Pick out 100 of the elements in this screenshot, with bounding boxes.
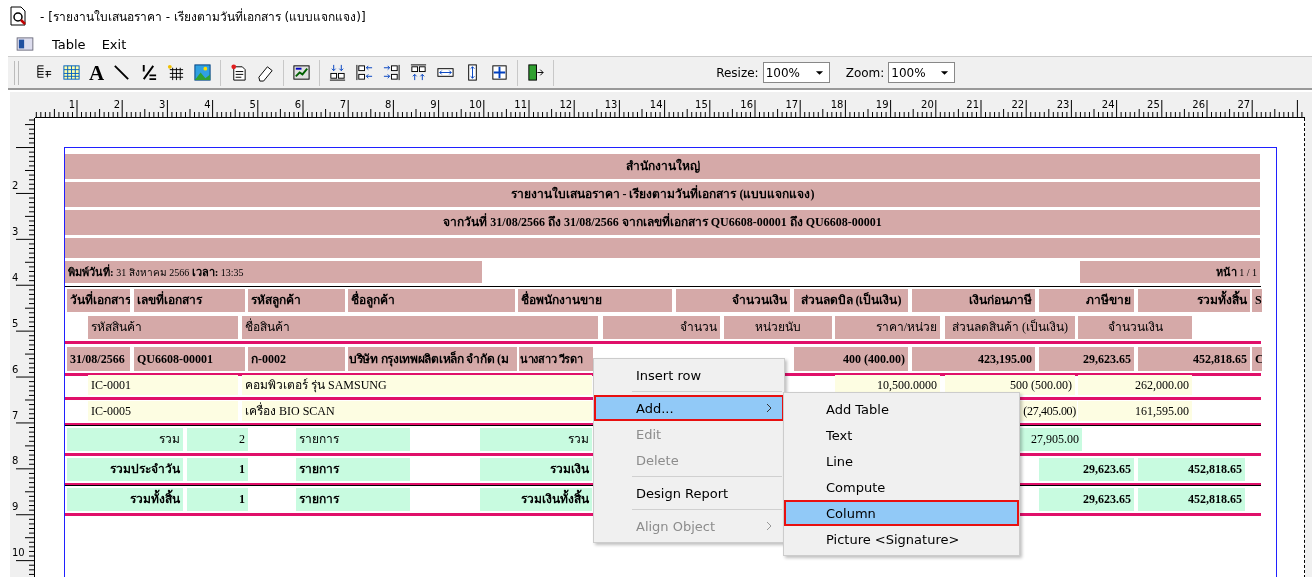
customer-name: บริษัท กรุงเทพผลิตเหล็ก จำกัด (ม bbox=[348, 347, 517, 371]
zoom-dropdown[interactable]: 100% bbox=[888, 62, 956, 83]
discount-amount: 500 (500.00) bbox=[945, 375, 1075, 395]
unit-label: รายการ bbox=[296, 428, 410, 451]
ruler-number: 11 bbox=[514, 99, 527, 110]
context-menu-item[interactable]: Add... bbox=[594, 395, 784, 421]
resize-dropdown[interactable]: 100% bbox=[762, 62, 830, 83]
grand-total: 452,818.65 bbox=[1138, 488, 1245, 511]
sales-tax: 29,623.65 bbox=[1039, 347, 1134, 371]
ruler-number: 10 bbox=[12, 547, 25, 559]
same-size-icon[interactable] bbox=[490, 63, 510, 82]
ruler-number: 22 bbox=[1011, 99, 1025, 110]
amount: 262,000.00 bbox=[1078, 375, 1192, 395]
product-code: IC-0005 bbox=[88, 401, 238, 421]
unit-price: 10,500.0000 bbox=[835, 375, 940, 395]
ruler-number: 6 bbox=[12, 363, 19, 375]
dropdown-arrow-icon bbox=[814, 69, 824, 76]
ruler-number: 8 bbox=[385, 99, 392, 110]
context-menu-item[interactable]: Design Report bbox=[594, 480, 784, 506]
line-icon[interactable] bbox=[112, 63, 132, 82]
ruler-number: 20 bbox=[921, 99, 934, 110]
ruler-number: 4 bbox=[204, 99, 211, 110]
column-header: จำนวนเงิน bbox=[676, 289, 790, 312]
ruler-number: 5 bbox=[249, 99, 256, 110]
window-menu-icon[interactable] bbox=[16, 37, 34, 51]
column-header: รหัสลูกค้า bbox=[248, 289, 345, 312]
font-tool-button[interactable]: A bbox=[89, 62, 105, 83]
column-header: ส่วนลดบิล (เป็นเงิน) bbox=[794, 289, 908, 312]
report-preview-icon bbox=[8, 6, 28, 26]
ruler-number: 1 bbox=[68, 99, 75, 110]
ruler-number: 13 bbox=[604, 99, 618, 110]
align-left-icon[interactable] bbox=[355, 63, 375, 82]
salesperson-name: นางสาว วีรดา bbox=[519, 347, 593, 371]
column-header: จำนวนเงิน bbox=[1078, 316, 1192, 339]
summary-label: รวม bbox=[67, 428, 183, 451]
column-header: หน่วยนับ bbox=[724, 316, 832, 339]
ruler-number: 17 bbox=[785, 99, 799, 110]
bill-discount: 400 (400.00) bbox=[794, 347, 908, 371]
summary-label: รวมทั้งสิ้น bbox=[67, 488, 183, 511]
ruler-number: 14 bbox=[649, 99, 663, 110]
submenu-item[interactable]: Line bbox=[784, 448, 1019, 474]
subtotal: 27,905.00 bbox=[1020, 428, 1082, 451]
column-header: ชื่อพนักงานขาย bbox=[518, 289, 672, 312]
window-title: - [รายงานใบเสนอราคา - เรียงตามวันที่เอกสาร (แบบแจกแจง)] bbox=[40, 7, 366, 26]
submenu-item[interactable]: Compute bbox=[784, 474, 1019, 500]
column-header: จำนวน bbox=[603, 316, 720, 339]
align-right-icon[interactable] bbox=[382, 63, 402, 82]
ruler-number: 9 bbox=[430, 99, 437, 110]
document-edit-icon[interactable] bbox=[229, 63, 249, 82]
ruler-number: 25 bbox=[1147, 99, 1160, 110]
ruler-number: 15 bbox=[695, 99, 708, 110]
ruler-number: 7 bbox=[12, 409, 19, 421]
table-icon[interactable] bbox=[62, 63, 81, 82]
ruler-number: 27 bbox=[1237, 99, 1251, 110]
column-header: ชื่อลูกค้า bbox=[348, 289, 515, 312]
summary-label: รวมประจำวัน bbox=[67, 458, 183, 481]
ruler-number: 26 bbox=[1192, 99, 1205, 110]
item-count: 1 bbox=[187, 458, 248, 481]
submenu-item[interactable]: Add Table bbox=[784, 396, 1019, 422]
item-count: 1 bbox=[187, 488, 248, 511]
column-header: S bbox=[1252, 289, 1262, 312]
column-header: ราคา/หน่วย bbox=[835, 316, 940, 339]
submenu-item[interactable]: Text bbox=[784, 422, 1019, 448]
exit-door-icon[interactable] bbox=[526, 63, 546, 82]
picture-icon[interactable] bbox=[193, 63, 213, 82]
menu-item[interactable]: Exit bbox=[93, 36, 135, 52]
ruler-number: 9 bbox=[12, 501, 19, 513]
ruler-number: 16 bbox=[740, 99, 753, 110]
grid-icon[interactable] bbox=[166, 63, 186, 82]
ruler-number: 23 bbox=[1056, 99, 1070, 110]
context-menu-item[interactable]: Insert row bbox=[594, 362, 784, 388]
align-top-icon[interactable] bbox=[409, 63, 429, 82]
align-bottom-icon[interactable] bbox=[328, 63, 348, 82]
ruler-number: 2 bbox=[12, 180, 19, 191]
submenu-item[interactable]: Picture <Signature> bbox=[784, 526, 1019, 552]
product-name: เครื่อง BIO SCAN bbox=[242, 401, 592, 421]
column-header: ภาษีขาย bbox=[1039, 289, 1134, 312]
sales-tax: 29,623.65 bbox=[1039, 488, 1134, 511]
eraser-icon[interactable] bbox=[256, 63, 276, 82]
ruler-number: 21 bbox=[966, 99, 979, 110]
column-header: เลขที่เอกสาร bbox=[134, 289, 245, 312]
submenu-item[interactable]: Column bbox=[784, 500, 1019, 526]
ruler-number: 8 bbox=[12, 455, 19, 467]
unit-label: รายการ bbox=[296, 488, 410, 511]
ruler-number: 18 bbox=[830, 99, 844, 110]
chart-icon[interactable] bbox=[292, 63, 312, 82]
column-header: รหัสสินค้า bbox=[88, 316, 238, 339]
unit-label: รายการ bbox=[296, 458, 410, 481]
amount: 161,595.00 bbox=[1078, 401, 1192, 421]
print-date: พิมพ์วันที่: 31 สิงหาคม 2566 เวลา: 13:35 bbox=[65, 261, 482, 283]
column-header: ชื่อสินค้า bbox=[242, 316, 598, 339]
menu-item[interactable]: Table bbox=[44, 36, 94, 52]
product-code: IC-0001 bbox=[88, 375, 238, 395]
product-name: คอมพิวเตอร์ รุ่น SAMSUNG bbox=[242, 375, 592, 395]
grand-total: 452,818.65 bbox=[1138, 458, 1245, 481]
page-number: หน้า 1 / 1 bbox=[1080, 261, 1260, 283]
ruler-number: 3 bbox=[159, 99, 166, 110]
dropdown-arrow-icon bbox=[940, 69, 950, 76]
ruler-number: 4 bbox=[12, 271, 19, 283]
amount-before-tax: 423,195.00 bbox=[912, 347, 1035, 371]
